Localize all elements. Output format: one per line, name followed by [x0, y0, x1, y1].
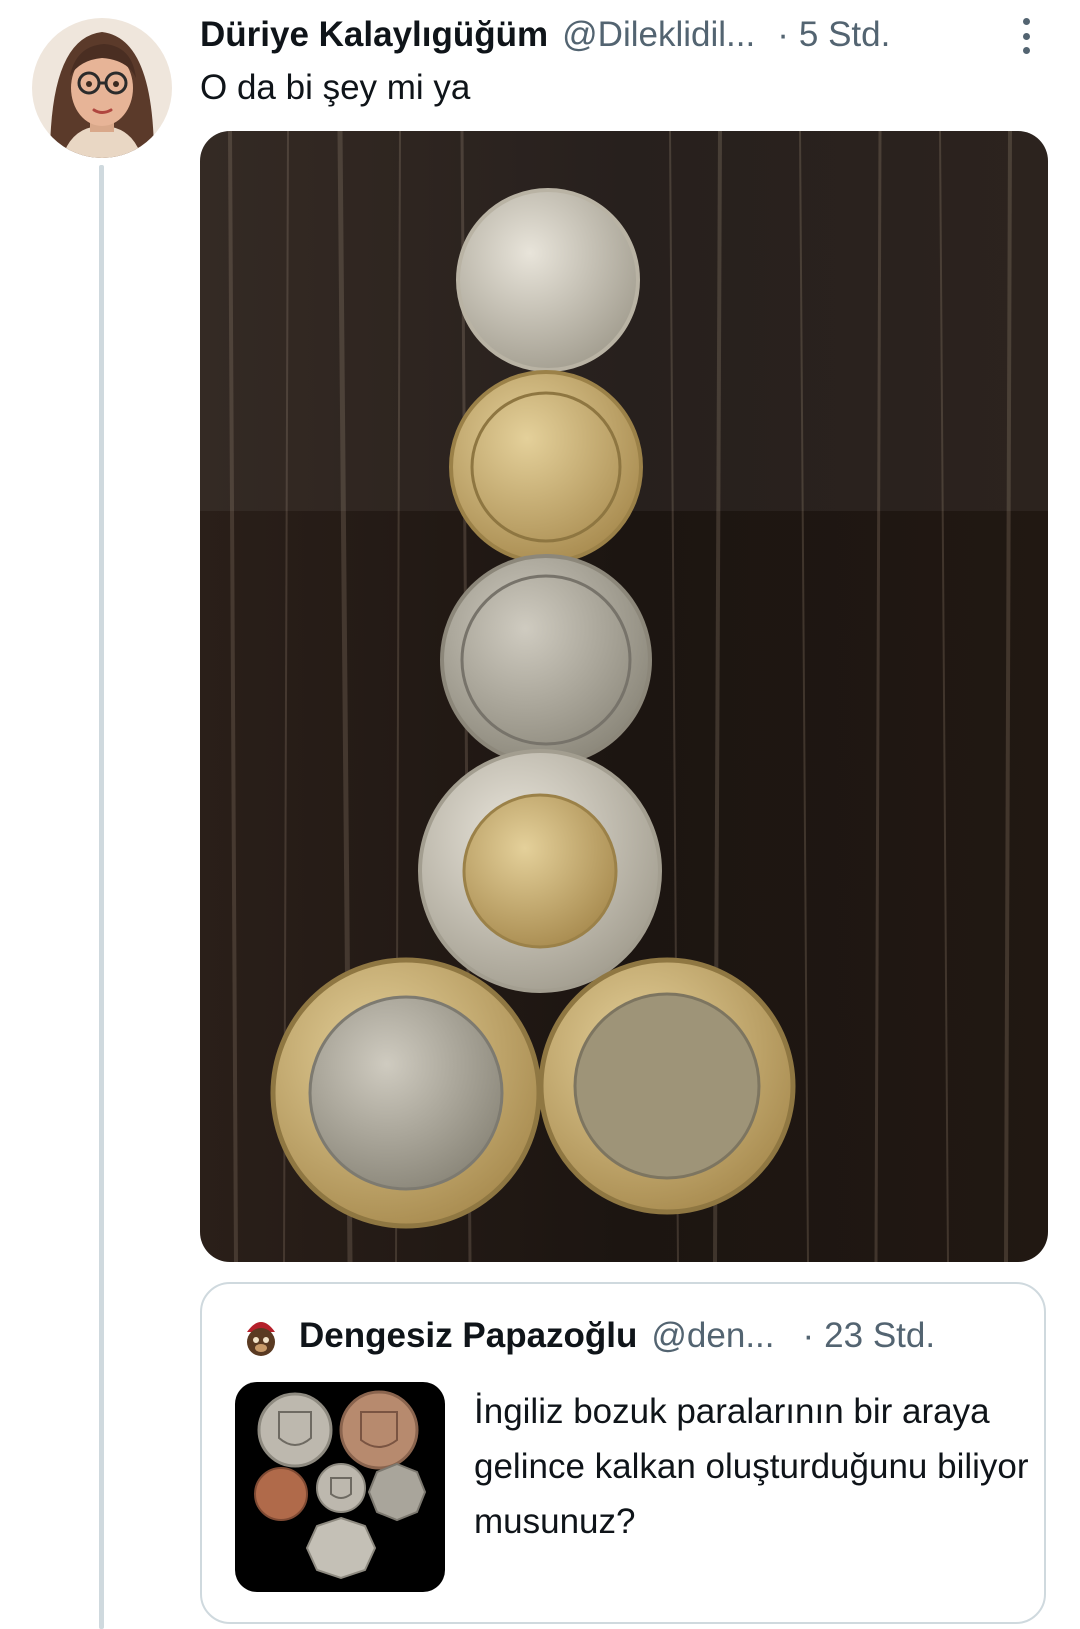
tweet-text: O da bi şey mi ya [200, 68, 471, 107]
thread-connector-line [99, 165, 104, 1629]
quoted-author-handle: @den... [651, 1316, 775, 1355]
header-separator: · [777, 15, 789, 54]
author-handle[interactable]: @Dileklidil... [562, 15, 755, 55]
quoted-tweet-card[interactable]: Dengesiz Papazoğlu @den... · 23 Std. İng… [200, 1282, 1046, 1624]
quoted-tweet-header: Dengesiz Papazoğlu @den... · 23 Std. [299, 1312, 935, 1360]
quoted-tweet-text: İngiliz bozuk paralarının bir araya geli… [474, 1392, 1029, 1541]
quoted-tweet-timestamp: 23 Std. [824, 1316, 936, 1355]
author-display-name[interactable]: Düriye Kalaylıgüğüm [200, 15, 548, 55]
author-avatar[interactable] [32, 18, 172, 158]
quoted-tweet-photo[interactable] [235, 1382, 445, 1592]
quoted-header-separator: · [802, 1316, 815, 1355]
quoted-author-avatar[interactable] [237, 1312, 285, 1360]
tweet-photo[interactable] [200, 131, 1048, 1262]
tweet-timestamp[interactable]: 5 Std. [799, 15, 890, 55]
quoted-author-display-name: Dengesiz Papazoğlu [299, 1316, 638, 1355]
more-vertical-icon[interactable] [1014, 18, 1038, 54]
tweet-header: Düriye Kalaylıgüğüm @Dileklidil... · 5 S… [200, 14, 1060, 56]
